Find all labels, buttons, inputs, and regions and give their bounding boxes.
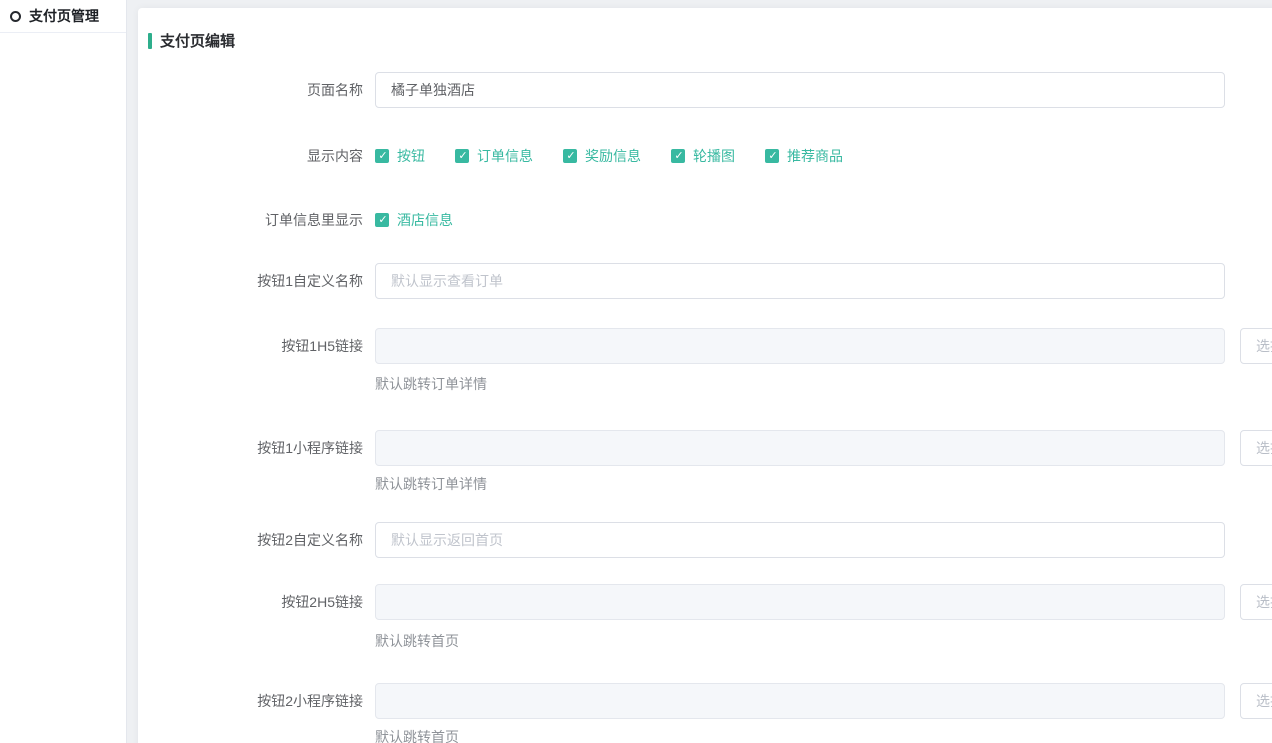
sidebar-item-label: 支付页管理: [29, 6, 99, 26]
form-row-order-info-display: 订单信息里显示 酒店信息: [138, 211, 483, 229]
order-info-checkbox-group: 酒店信息: [375, 210, 483, 230]
button1-miniprogram-link-helper-text: 默认跳转订单详情: [375, 474, 487, 494]
button1-miniprogram-link-select-button[interactable]: 选择: [1240, 430, 1272, 466]
button1-h5-link-select-button[interactable]: 选择: [1240, 328, 1272, 364]
section-header: 支付页编辑: [148, 30, 235, 51]
section-title: 支付页编辑: [160, 30, 235, 51]
field-label: 按钮2H5链接: [138, 584, 363, 620]
checkbox-recommended-products[interactable]: 推荐商品: [765, 146, 843, 166]
form-row-button2-h5-link: 按钮2H5链接: [138, 584, 1225, 620]
checked-checkbox-icon: [375, 213, 389, 227]
checkbox-label: 酒店信息: [397, 210, 453, 230]
form-row-button1-custom-name: 按钮1自定义名称: [138, 263, 1225, 299]
display-content-checkbox-group: 按钮 订单信息 奖励信息 轮播图 推荐商品: [375, 146, 873, 166]
button2-miniprogram-link-select-button[interactable]: 选择: [1240, 683, 1272, 719]
checkbox-label: 订单信息: [477, 146, 533, 166]
sidebar-item-payment-page-management[interactable]: 支付页管理: [0, 0, 126, 33]
field-label: 按钮2自定义名称: [138, 522, 363, 558]
payment-page-edit-card: 支付页编辑 页面名称 显示内容 按钮 订单信息: [138, 8, 1272, 743]
field-label: 显示内容: [138, 147, 363, 165]
checked-checkbox-icon: [375, 149, 389, 163]
form-row-button1-h5-link: 按钮1H5链接: [138, 328, 1225, 364]
title-accent-bar: [148, 33, 152, 49]
checkbox-button[interactable]: 按钮: [375, 146, 425, 166]
checkbox-hotel-info[interactable]: 酒店信息: [375, 210, 453, 230]
checked-checkbox-icon: [563, 149, 577, 163]
button2-miniprogram-link-helper-text: 默认跳转首页: [375, 727, 459, 743]
button1-miniprogram-link-input[interactable]: [375, 430, 1225, 466]
button1-h5-link-helper-text: 默认跳转订单详情: [375, 374, 487, 394]
field-label: 按钮1自定义名称: [138, 263, 363, 299]
checkbox-label: 轮播图: [693, 146, 735, 166]
field-label: 订单信息里显示: [138, 211, 363, 229]
checkbox-label: 奖励信息: [585, 146, 641, 166]
checked-checkbox-icon: [455, 149, 469, 163]
form-row-button2-custom-name: 按钮2自定义名称: [138, 522, 1225, 558]
form-row-display-content: 显示内容 按钮 订单信息 奖励信息 轮播图: [138, 147, 873, 165]
checked-checkbox-icon: [671, 149, 685, 163]
checkbox-label: 按钮: [397, 146, 425, 166]
button2-h5-link-input[interactable]: [375, 584, 1225, 620]
form-row-button2-miniprogram-link: 按钮2小程序链接: [138, 683, 1225, 719]
checkbox-label: 推荐商品: [787, 146, 843, 166]
button2-h5-link-select-button[interactable]: 选择: [1240, 584, 1272, 620]
circle-icon: [10, 11, 21, 22]
button1-custom-name-input[interactable]: [375, 263, 1225, 299]
button2-custom-name-input[interactable]: [375, 522, 1225, 558]
button2-h5-link-helper-text: 默认跳转首页: [375, 631, 459, 651]
checkbox-reward-info[interactable]: 奖励信息: [563, 146, 641, 166]
button1-h5-link-input[interactable]: [375, 328, 1225, 364]
field-label: 按钮2小程序链接: [138, 683, 363, 719]
page-name-input[interactable]: [375, 72, 1225, 108]
checkbox-carousel[interactable]: 轮播图: [671, 146, 735, 166]
form-row-button1-miniprogram-link: 按钮1小程序链接: [138, 430, 1225, 466]
field-label: 按钮1H5链接: [138, 328, 363, 364]
sidebar: 支付页管理: [0, 0, 127, 743]
field-label: 按钮1小程序链接: [138, 430, 363, 466]
checkbox-order-info[interactable]: 订单信息: [455, 146, 533, 166]
form-row-page-name: 页面名称: [138, 72, 1225, 108]
field-label: 页面名称: [138, 72, 363, 108]
app-viewport: 支付页管理 支付页编辑 页面名称 显示内容 按钮: [0, 0, 1272, 743]
checked-checkbox-icon: [765, 149, 779, 163]
button2-miniprogram-link-input[interactable]: [375, 683, 1225, 719]
